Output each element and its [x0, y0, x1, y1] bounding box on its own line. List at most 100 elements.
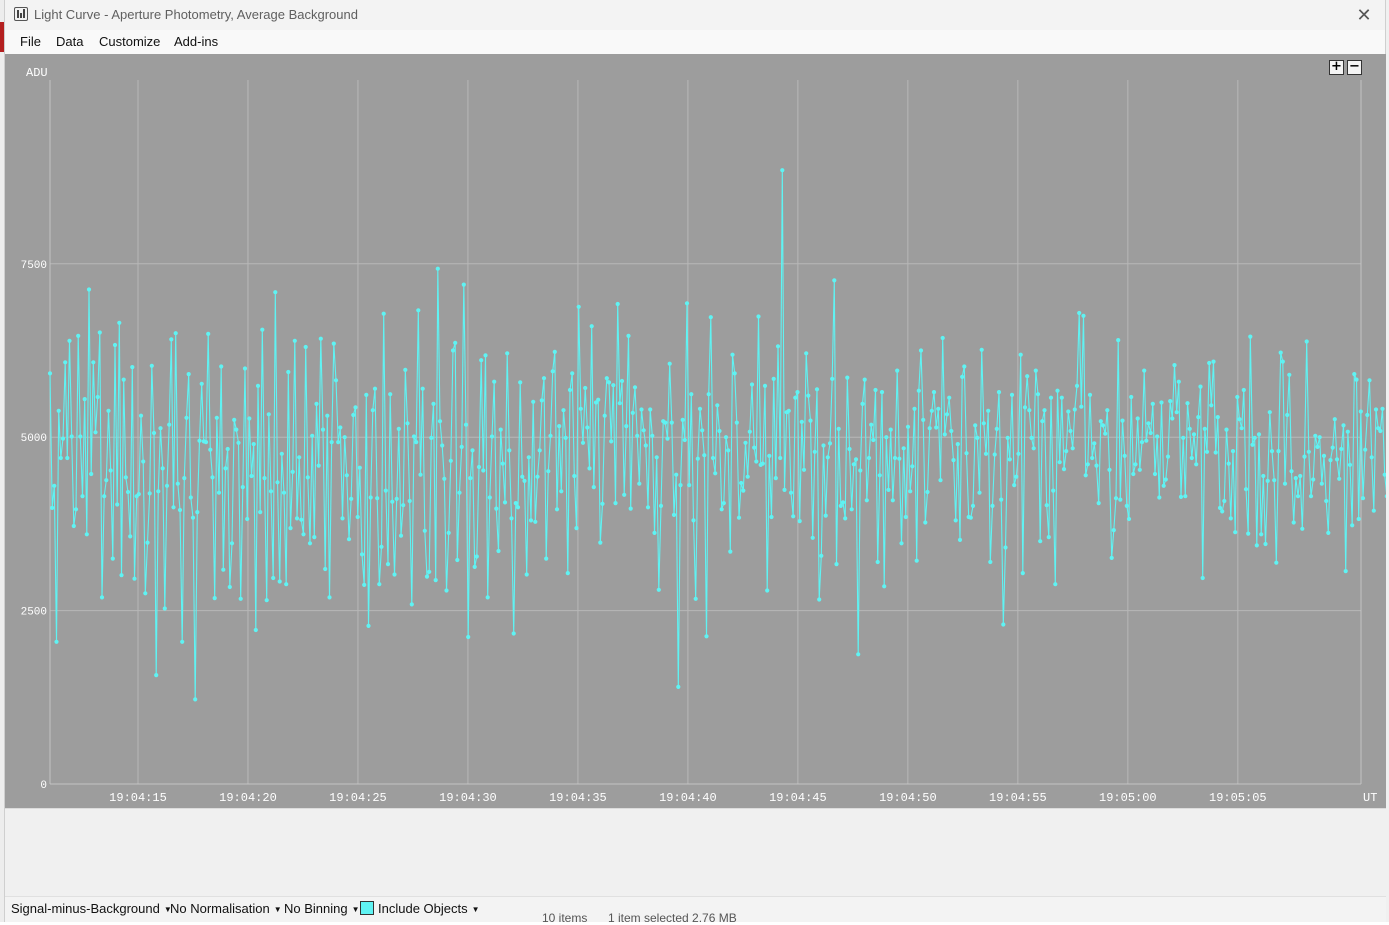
data-point [163, 606, 167, 610]
data-point [189, 495, 193, 499]
data-point [687, 483, 691, 487]
data-point [555, 507, 559, 511]
zoom-in-button[interactable]: + [1329, 60, 1344, 75]
binning-dropdown[interactable]: No Binning▼ [284, 901, 360, 916]
data-point [221, 568, 225, 572]
data-point [1279, 351, 1283, 355]
data-point [1378, 429, 1382, 433]
normalisation-dropdown[interactable]: No Normalisation▼ [170, 901, 282, 916]
data-point [642, 428, 646, 432]
data-point [1064, 449, 1068, 453]
data-point [1162, 484, 1166, 488]
data-point [761, 462, 765, 466]
data-point [431, 402, 435, 406]
menu-add-ins[interactable]: Add-ins [174, 34, 218, 49]
data-point [457, 491, 461, 495]
data-point [195, 510, 199, 514]
x-tick-label: 19:04:50 [879, 791, 937, 805]
data-point [574, 526, 578, 530]
data-point [1181, 436, 1185, 440]
data-point [813, 450, 817, 454]
data-point [1133, 462, 1137, 466]
data-point [288, 526, 292, 530]
data-point [603, 414, 607, 418]
data-point [366, 624, 370, 628]
light-curve-chart[interactable]: 025005000750019:04:1519:04:2019:04:2519:… [5, 54, 1387, 808]
data-point [124, 475, 128, 479]
data-point [117, 321, 121, 325]
data-point [462, 283, 466, 287]
data-point [941, 336, 945, 340]
data-point [659, 504, 663, 508]
data-point [873, 388, 877, 392]
data-point [709, 315, 713, 319]
menu-file[interactable]: File [20, 34, 41, 49]
data-point [889, 428, 893, 432]
data-point [995, 427, 999, 431]
data-point [1281, 360, 1285, 364]
zoom-out-button[interactable]: − [1347, 60, 1362, 75]
data-point [306, 475, 310, 479]
data-point [1354, 378, 1358, 382]
data-point [312, 535, 316, 539]
data-point [876, 560, 880, 564]
data-point [1203, 427, 1207, 431]
data-point [1060, 396, 1064, 400]
data-point [475, 554, 479, 558]
data-point [1250, 443, 1254, 447]
data-point [1231, 449, 1235, 453]
data-point [358, 466, 362, 470]
data-point [167, 423, 171, 427]
data-point [1118, 498, 1122, 502]
menu-customize[interactable]: Customize [99, 34, 160, 49]
data-point [1214, 450, 1218, 454]
menu-data[interactable]: Data [56, 34, 83, 49]
data-point [1084, 473, 1088, 477]
data-point [590, 324, 594, 328]
data-point [284, 582, 288, 586]
data-point [548, 434, 552, 438]
data-point [397, 427, 401, 431]
include-objects-dropdown[interactable]: Include Objects▼ [360, 901, 480, 916]
data-point [1040, 419, 1044, 423]
data-point [1201, 576, 1205, 580]
signal-mode-dropdown[interactable]: Signal-minus-Background▼ [11, 901, 172, 916]
data-point [741, 489, 745, 493]
data-point [468, 476, 472, 480]
data-point [845, 376, 849, 380]
data-point [310, 434, 314, 438]
data-point [1149, 431, 1153, 435]
data-point [254, 628, 258, 632]
data-point [102, 494, 106, 498]
blank-panel [5, 808, 1387, 896]
data-point [156, 489, 160, 493]
data-point [1196, 415, 1200, 419]
title-bar[interactable]: Light Curve - Aperture Photometry, Avera… [5, 0, 1385, 30]
light-curve-plot[interactable]: 025005000750019:04:1519:04:2019:04:2519:… [5, 54, 1387, 808]
data-point [1315, 445, 1319, 449]
data-point [286, 370, 290, 374]
data-point [1289, 469, 1293, 473]
data-point [847, 447, 851, 451]
data-point [340, 516, 344, 520]
data-point [239, 597, 243, 601]
data-point [637, 482, 641, 486]
data-point [499, 428, 503, 432]
data-point [169, 337, 173, 341]
data-point [230, 541, 234, 545]
data-point [598, 541, 602, 545]
data-point [553, 350, 557, 354]
data-point [821, 443, 825, 447]
binning-label: No Binning [284, 901, 348, 916]
data-point [904, 515, 908, 519]
data-point [509, 516, 513, 520]
data-point [531, 400, 535, 404]
data-point [728, 550, 732, 554]
include-objects-label: Include Objects [378, 901, 468, 916]
data-point [713, 471, 717, 475]
data-point [1287, 373, 1291, 377]
data-point [769, 515, 773, 519]
data-point [390, 500, 394, 504]
close-icon[interactable]: ✕ [1353, 4, 1375, 26]
data-point [867, 456, 871, 460]
